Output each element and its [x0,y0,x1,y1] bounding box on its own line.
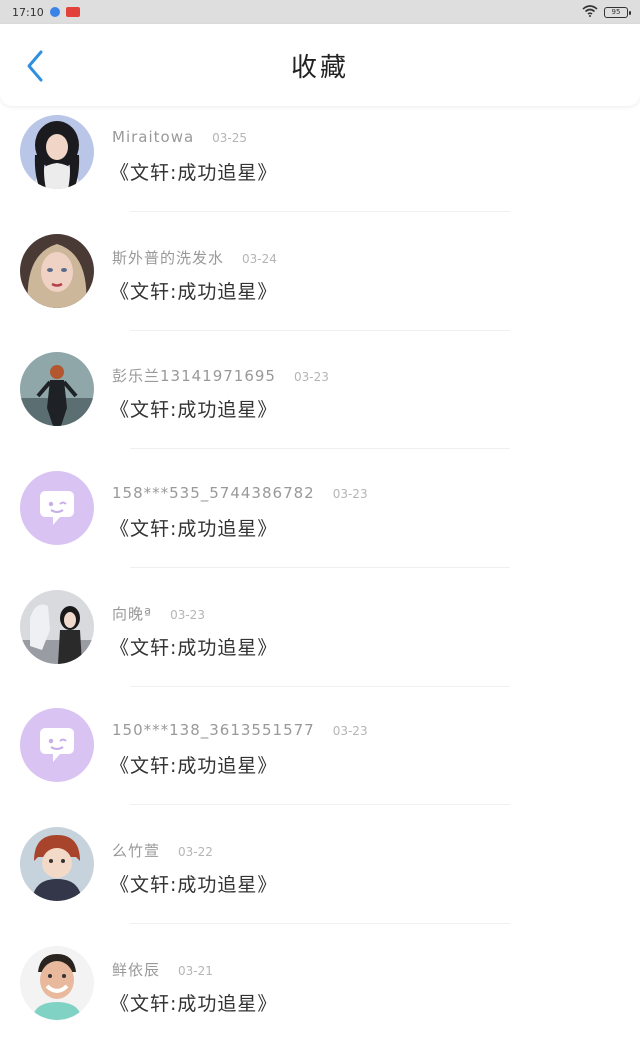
list-item[interactable]: 鲜依辰 03-21 《文轩:成功追星》 [0,941,640,1060]
item-username: 彭乐兰13141971695 [112,367,276,386]
item-date: 03-24 [242,251,277,266]
app-badge-icon [65,7,80,17]
divider [130,329,510,331]
item-username: 向晚ª [112,604,153,623]
avatar[interactable] [20,827,94,902]
item-username: 么竹萱 [112,842,161,861]
avatar[interactable] [20,589,94,664]
avatar[interactable] [20,233,94,308]
item-message: 《文轩:成功追星》 [110,518,278,541]
header: 收藏 [0,24,640,106]
divider [130,804,510,806]
app-notification-icon [49,7,60,17]
list-item[interactable]: 向晚ª 03-23 《文轩:成功追星》 [0,585,640,704]
page-title: 收藏 [290,52,349,83]
chevron-left-icon [27,50,43,82]
item-date: 03-25 [212,131,248,145]
item-date: 03-22 [178,845,213,860]
item-date: 03-21 [178,963,213,978]
item-date: 03-23 [332,724,368,739]
list-item[interactable]: 斯外普的洗发水 03-24 《文轩:成功追星》 [0,229,640,348]
item-date: 03-23 [170,607,205,622]
list-item[interactable]: 彭乐兰13141971695 03-23 《文轩:成功追星》 [0,347,640,466]
item-username: Miraitowa [112,128,195,146]
item-username: 鲜依辰 [112,960,161,979]
avatar[interactable] [20,352,94,427]
avatar[interactable] [20,945,94,1020]
divider [130,923,510,925]
status-bar: 17:10 95 [0,0,640,24]
list-item[interactable]: Miraitowa 03-25 《文轩:成功追星》 [0,110,640,229]
chat-bubble-icon [20,471,94,546]
item-username: 150***138_3613551577 [112,721,315,740]
battery-icon: 95 [604,6,631,18]
divider [130,567,510,569]
item-message: 《文轩:成功追星》 [110,755,278,778]
item-date: 03-23 [293,370,329,385]
item-message: 《文轩:成功追星》 [110,992,278,1015]
list-item[interactable]: 158***535_5744386782 03-23 《文轩:成功追星》 [0,466,640,585]
item-date: 03-23 [332,487,368,502]
favorites-list: Miraitowa 03-25 《文轩:成功追星》 斯外普的洗发水 03-24 … [0,110,640,1060]
item-message: 《文轩:成功追星》 [110,280,278,303]
wifi-icon [582,4,598,20]
item-message: 《文轩:成功追星》 [110,399,278,422]
status-time: 17:10 [12,5,44,19]
back-button[interactable] [20,48,50,84]
item-message: 《文轩:成功追星》 [110,162,278,184]
battery-level: 95 [611,7,621,16]
item-username: 158***535_5744386782 [112,484,315,503]
chat-bubble-icon [20,708,94,783]
divider [130,211,510,212]
item-username: 斯外普的洗发水 [112,248,225,267]
item-message: 《文轩:成功追星》 [110,636,278,659]
avatar[interactable] [20,115,94,189]
list-item[interactable]: 么竹萱 03-22 《文轩:成功追星》 [0,822,640,941]
item-message: 《文轩:成功追星》 [110,874,278,897]
avatar[interactable] [20,708,94,783]
divider [130,685,510,687]
divider [130,448,510,450]
avatar[interactable] [20,471,94,546]
list-item[interactable]: 150***138_3613551577 03-23 《文轩:成功追星》 [0,703,640,822]
